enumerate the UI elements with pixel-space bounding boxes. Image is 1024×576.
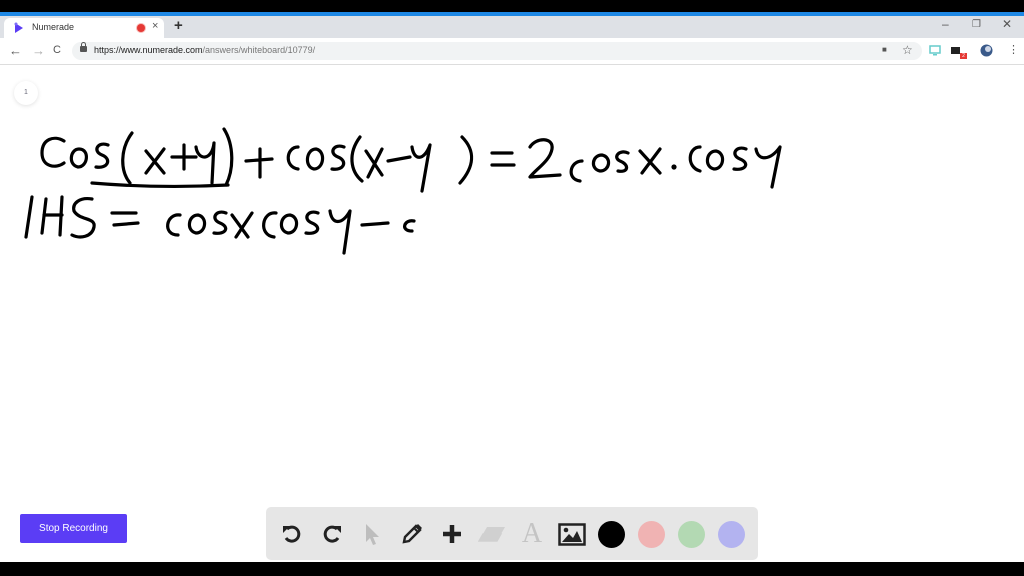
forward-button[interactable]: →: [32, 43, 45, 58]
extension-badge: 2: [960, 53, 967, 59]
handwriting-line-2: [24, 195, 416, 255]
tab-close-button[interactable]: ×: [152, 20, 158, 32]
bookmark-star-icon[interactable]: ☆: [902, 43, 913, 57]
color-swatch-green[interactable]: [678, 521, 705, 548]
lock-icon: [80, 42, 87, 52]
pencil-tool-button[interactable]: [398, 520, 426, 548]
new-tab-button[interactable]: +: [174, 17, 183, 34]
close-window-button[interactable]: ✕: [1002, 17, 1012, 31]
bottom-letterbox: [0, 562, 1024, 576]
url-path: /answers/whiteboard/10779/: [202, 45, 316, 55]
image-tool-button[interactable]: [558, 520, 586, 548]
handwriting-line-1: [40, 127, 782, 193]
pencil-icon: [402, 524, 422, 544]
browser-tab[interactable]: Numerade ×: [4, 18, 164, 38]
back-button[interactable]: ←: [9, 43, 22, 58]
color-swatch-black[interactable]: [598, 521, 625, 548]
recording-indicator-icon: [137, 24, 145, 32]
add-button[interactable]: [438, 520, 466, 548]
maximize-button[interactable]: ❐: [972, 19, 981, 30]
tab-strip: Numerade × + – ❐ ✕: [0, 16, 1024, 38]
underline: [90, 181, 230, 188]
browser-menu-icon[interactable]: ⋮: [1008, 43, 1019, 56]
image-icon: [558, 522, 586, 546]
color-swatch-blue[interactable]: [718, 521, 745, 548]
stop-recording-button[interactable]: Stop Recording: [20, 514, 127, 543]
numerade-logo-icon: [14, 22, 23, 33]
redo-button[interactable]: [318, 520, 346, 548]
cursor-arrow-icon: [366, 524, 379, 545]
undo-icon: [283, 525, 301, 543]
undo-button[interactable]: [278, 520, 306, 548]
profile-avatar[interactable]: [980, 44, 993, 57]
url-text: https://www.numerade.com/answers/whitebo…: [94, 45, 315, 55]
whiteboard-canvas[interactable]: cos(x+y) + cos(x−y) = 2cosx·cosy: [0, 65, 1024, 505]
text-tool-button[interactable]: A: [518, 518, 546, 549]
minimize-button[interactable]: –: [942, 17, 949, 31]
color-swatch-red[interactable]: [638, 521, 665, 548]
text-tool-icon: A: [521, 518, 543, 549]
browser-toolbar: ← → C https://www.numerade.com/answers/w…: [0, 38, 1024, 65]
top-letterbox: [0, 0, 1024, 12]
eraser-icon: [478, 527, 505, 542]
tab-title: Numerade: [32, 22, 75, 32]
address-bar[interactable]: https://www.numerade.com/answers/whitebo…: [72, 42, 922, 60]
reload-button[interactable]: C: [53, 44, 61, 56]
plus-icon: [443, 525, 461, 543]
camera-icon[interactable]: ■: [882, 45, 887, 54]
url-host: https://www.numerade.com: [94, 45, 203, 55]
whiteboard-page[interactable]: 1 cos(x+y) + cos(x−y) = 2cosx·cosy: [0, 65, 1024, 562]
eraser-tool-button[interactable]: [478, 520, 506, 548]
cast-extension-icon[interactable]: [929, 45, 941, 56]
redo-icon: [323, 525, 341, 543]
drawing-toolbar: A: [266, 507, 758, 560]
select-tool-button[interactable]: [358, 520, 386, 548]
